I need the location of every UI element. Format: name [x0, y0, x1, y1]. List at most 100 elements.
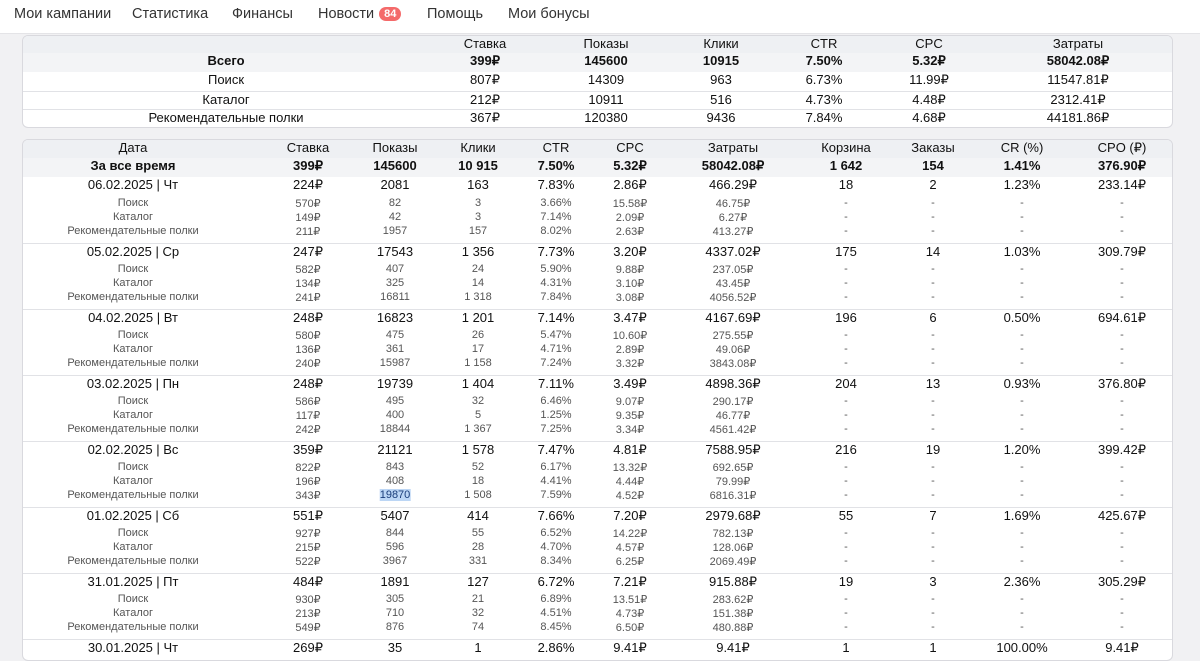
day-cell: 7.83% — [537, 177, 575, 192]
placement-row: Рекомендательные полки 240₽ 15987 1 158 7.24… — [23, 357, 1172, 371]
placement-cell: 4056.52₽ — [709, 292, 757, 304]
nav-item-label: Статистика — [132, 6, 209, 22]
placement-cell: 241₽ — [295, 292, 321, 304]
nav-item-finances[interactable]: Финансы — [232, 6, 293, 22]
day-cell: 4898.36₽ — [705, 376, 761, 391]
nav-item-my-campaigns[interactable]: Мои кампании — [14, 6, 111, 22]
placement-row: Поиск 586₽ 495 32 6.46% 9.07₽ 290.17₽ - - - - — [23, 395, 1172, 409]
placement-cell: 4.31% — [540, 277, 572, 289]
day-date-label: 01.02.2025 | Сб — [86, 508, 180, 523]
placement-cell: 549₽ — [295, 622, 321, 634]
details-header-cell: CPC — [616, 140, 644, 155]
day-cell: 1 578 — [461, 442, 495, 457]
placement-cell: - — [1120, 541, 1124, 553]
day-date-label: 04.02.2025 | Вт — [88, 310, 178, 325]
placement-label: Каталог — [113, 343, 153, 355]
placement-cell: 710 — [385, 607, 405, 619]
placement-cell: - — [1120, 277, 1124, 289]
placement-cell: - — [1120, 343, 1124, 355]
placement-label: Каталог — [113, 211, 153, 223]
placement-cell: 6.89% — [540, 593, 572, 605]
placement-cell: 49.06₽ — [715, 344, 751, 356]
placement-cell: - — [1020, 475, 1024, 487]
placement-cell: - — [844, 423, 848, 435]
placement-cell: - — [1120, 593, 1124, 605]
day-cell: 0.93% — [1003, 376, 1041, 391]
placement-cell: - — [844, 197, 848, 209]
placement-label: Поиск — [117, 197, 149, 209]
summary-header-cell: Затраты — [1052, 36, 1104, 51]
placement-cell: 843 — [385, 461, 405, 473]
all-time-cell: 399₽ — [293, 158, 323, 173]
placement-cell: - — [1120, 607, 1124, 619]
placement-label: Рекомендательные полки — [67, 291, 199, 303]
placement-cell: - — [844, 593, 848, 605]
placement-cell: 16811 — [380, 291, 410, 303]
summary-row: Поиск 807₽ 14309 963 6.73% 11.99₽ 11547.81₽ — [23, 72, 1172, 91]
placement-cell: 580₽ — [295, 330, 321, 342]
details-header-cell: Ставка — [286, 140, 330, 155]
day-cell: 359₽ — [293, 442, 323, 457]
all-time-cell: 1.41% — [1003, 158, 1041, 173]
placement-row: Рекомендательные полки 343₽ 19870 1 508 7.59… — [23, 489, 1172, 503]
nav-item-my-bonuses[interactable]: Мои бонусы — [508, 6, 590, 22]
summary-row: Всего 399₽ 145600 10915 7.50% 5.32₽ 58042.08₽ — [23, 53, 1172, 72]
summary-cell: 6.73% — [805, 72, 843, 87]
placement-cell: - — [1020, 423, 1024, 435]
day-cell: 414 — [467, 508, 489, 523]
placement-cell: 325 — [385, 277, 405, 289]
nav-item-label: Мои кампании — [14, 6, 112, 22]
placement-row: Рекомендательные полки 549₽ 876 74 8.45% 6.50… — [23, 621, 1172, 635]
placement-cell: 136₽ — [295, 344, 321, 356]
details-header-cell: CTR — [542, 140, 570, 155]
day-cell: 1 356 — [461, 244, 495, 259]
placement-cell: 1 318 — [464, 291, 492, 303]
day-cell: 127 — [467, 574, 489, 589]
placement-cell: 283.62₽ — [712, 594, 754, 606]
placement-cell: 407 — [385, 263, 405, 275]
placement-cell: 1957 — [382, 225, 408, 237]
placement-cell: - — [931, 263, 935, 275]
nav-item-help[interactable]: Помощь — [427, 6, 483, 22]
placement-cell: 6.50₽ — [615, 622, 645, 634]
summary-cell: 58042.08₽ — [1046, 53, 1110, 68]
day-cell: 5407 — [380, 508, 410, 523]
placement-label: Каталог — [113, 277, 153, 289]
all-time-cell: 145600 — [373, 158, 417, 173]
details-header-cell: Затраты — [707, 140, 759, 155]
placement-cell: - — [931, 527, 935, 539]
placement-cell: 42 — [388, 211, 402, 223]
placement-cell: - — [931, 461, 935, 473]
placement-row: Поиск 822₽ 843 52 6.17% 13.32₽ 692.65₽ - - - - — [23, 461, 1172, 475]
nav-item-news[interactable]: Новости 84 — [318, 6, 402, 22]
day-row: 31.01.2025 | Пт 484₽ 1891 127 6.72% 7.21₽ 915.… — [23, 573, 1172, 594]
placement-cell: 4.70% — [540, 541, 572, 553]
day-cell: 2979.68₽ — [705, 508, 761, 523]
day-date-label: 02.02.2025 | Вс — [87, 442, 179, 457]
day-cell: 305.29₽ — [1097, 574, 1147, 589]
day-cell: 6 — [929, 310, 937, 325]
summary-table: Ставка Показы Клики CTR CPC Затраты Всего 399₽ 1… — [22, 35, 1173, 128]
day-cell: 248₽ — [293, 310, 323, 325]
day-cell: 4337.02₽ — [705, 244, 761, 259]
day-cell: 216 — [835, 442, 857, 457]
summary-cell: 120380 — [584, 110, 628, 125]
placement-row: Поиск 580₽ 475 26 5.47% 10.60₽ 275.55₽ - - - - — [23, 329, 1172, 343]
placement-cell: - — [1120, 409, 1124, 421]
details-header-cell: Клики — [460, 140, 496, 155]
placement-cell: 570₽ — [295, 198, 321, 210]
details-header-cell: Заказы — [911, 140, 955, 155]
placement-cell: 242₽ — [295, 424, 321, 436]
nav-item-statistics[interactable]: Статистика — [132, 6, 208, 22]
summary-cell: 7.84% — [805, 110, 843, 125]
placement-cell: - — [1020, 461, 1024, 473]
summary-cell: 7.50% — [805, 53, 843, 68]
placement-cell: 2.09₽ — [615, 212, 645, 224]
placement-label: Каталог — [113, 607, 153, 619]
day-cell: 7.47% — [537, 442, 575, 457]
details-header-row: Дата Ставка Показы Клики CTR CPC Затраты Корзин… — [23, 140, 1172, 160]
day-cell: 551₽ — [293, 508, 323, 523]
placement-cell: - — [931, 593, 935, 605]
placement-row: Рекомендательные полки 241₽ 16811 1 318 7.84… — [23, 291, 1172, 305]
day-cell: 1.69% — [1003, 508, 1041, 523]
